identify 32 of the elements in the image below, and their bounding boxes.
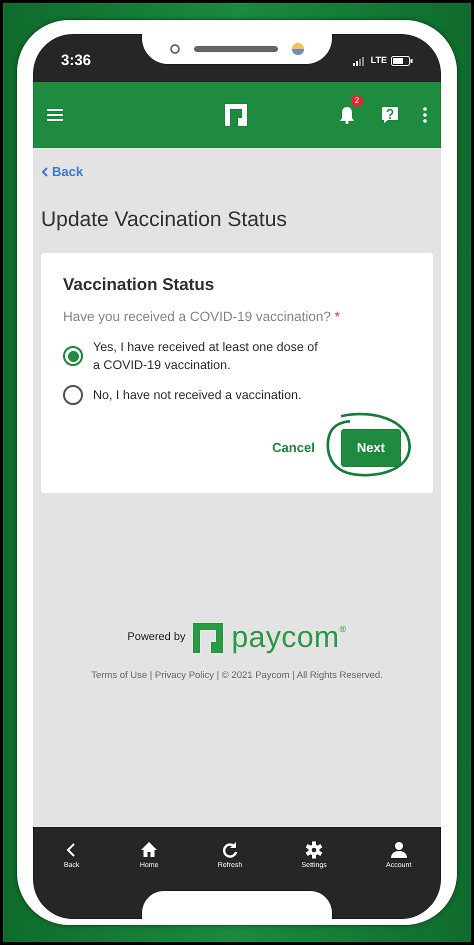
logo-icon <box>193 622 224 653</box>
legal-footer: Terms of Use | Privacy Policy | © 2021 Paycom | All Rights Reserved. <box>41 668 433 683</box>
more-icon[interactable] <box>423 107 427 123</box>
radio-button[interactable] <box>63 385 83 406</box>
settings-icon <box>305 841 324 859</box>
status-time: 3:36 <box>61 50 92 71</box>
camera-icon <box>170 44 180 54</box>
chevron-left-icon <box>41 166 48 177</box>
refresh-icon <box>221 841 240 859</box>
cancel-button[interactable]: Cancel <box>262 430 325 466</box>
network-label: LTE <box>370 54 387 68</box>
speaker-icon <box>194 46 278 52</box>
help-icon[interactable] <box>381 106 399 124</box>
page-title: Update Vaccination Status <box>41 206 288 232</box>
logo-icon[interactable] <box>225 104 247 126</box>
option-label[interactable]: No, I have not received a vaccination. <box>93 386 302 405</box>
home-icon <box>140 841 158 859</box>
next-button[interactable]: Next <box>340 429 401 467</box>
radio-button[interactable] <box>63 346 83 366</box>
menu-icon[interactable] <box>47 109 63 121</box>
required-mark: * <box>334 309 340 324</box>
question-label: Have you received a COVID-19 vaccination? <box>63 309 331 324</box>
brand-name: paycom$^{®}$ <box>231 622 347 653</box>
signal-icon <box>352 56 367 66</box>
account-icon <box>390 841 408 859</box>
powered-by-label: Powered by <box>127 630 186 646</box>
battery-icon <box>391 56 413 66</box>
sensor-icon <box>292 43 304 55</box>
bell-icon[interactable] <box>339 106 355 124</box>
card-title: Vaccination Status <box>63 275 216 296</box>
option-label[interactable]: Yes, I have received at least one dose of a COVID-19 vaccination. <box>93 338 323 376</box>
notification-badge: 2 <box>351 95 363 107</box>
